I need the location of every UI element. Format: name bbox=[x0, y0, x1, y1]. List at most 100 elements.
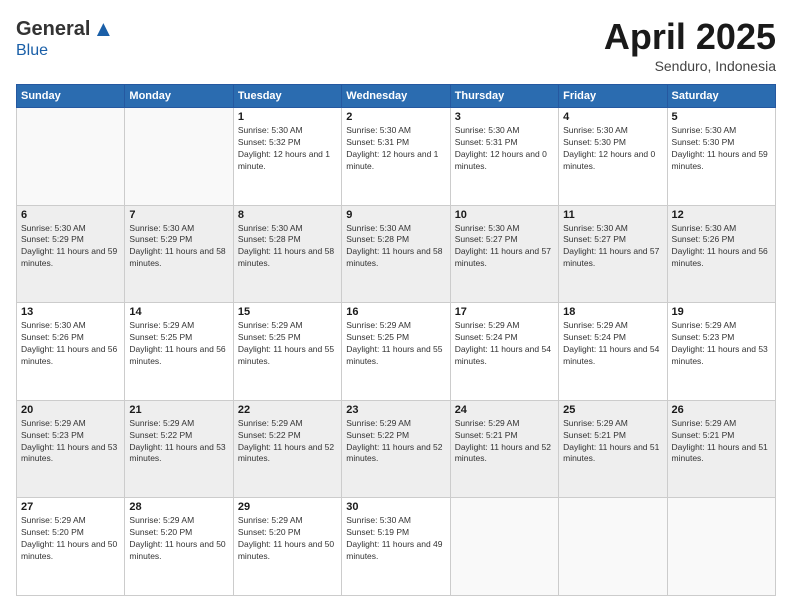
logo-icon: ▲ bbox=[92, 16, 114, 42]
day-number: 24 bbox=[455, 404, 554, 416]
calendar-cell: 9 Sunrise: 5:30 AM Sunset: 5:28 PM Dayli… bbox=[342, 205, 450, 303]
calendar-week-row: 6 Sunrise: 5:30 AM Sunset: 5:29 PM Dayli… bbox=[17, 205, 776, 303]
day-info: Sunrise: 5:29 AM Sunset: 5:20 PM Dayligh… bbox=[129, 515, 228, 563]
day-number: 12 bbox=[672, 209, 771, 221]
day-number: 3 bbox=[455, 111, 554, 123]
calendar-body: 1 Sunrise: 5:30 AM Sunset: 5:32 PM Dayli… bbox=[17, 108, 776, 596]
calendar-cell: 8 Sunrise: 5:30 AM Sunset: 5:28 PM Dayli… bbox=[233, 205, 341, 303]
calendar-cell: 20 Sunrise: 5:29 AM Sunset: 5:23 PM Dayl… bbox=[17, 400, 125, 498]
header-saturday: Saturday bbox=[667, 85, 775, 108]
day-info: Sunrise: 5:30 AM Sunset: 5:31 PM Dayligh… bbox=[455, 125, 554, 173]
calendar-cell: 26 Sunrise: 5:29 AM Sunset: 5:21 PM Dayl… bbox=[667, 400, 775, 498]
logo-blue-text: Blue bbox=[16, 42, 48, 60]
calendar-week-row: 13 Sunrise: 5:30 AM Sunset: 5:26 PM Dayl… bbox=[17, 303, 776, 401]
header-thursday: Thursday bbox=[450, 85, 558, 108]
day-info: Sunrise: 5:29 AM Sunset: 5:21 PM Dayligh… bbox=[455, 418, 554, 466]
day-number: 21 bbox=[129, 404, 228, 416]
day-number: 9 bbox=[346, 209, 445, 221]
day-info: Sunrise: 5:30 AM Sunset: 5:26 PM Dayligh… bbox=[672, 223, 771, 271]
calendar-cell: 4 Sunrise: 5:30 AM Sunset: 5:30 PM Dayli… bbox=[559, 108, 667, 206]
day-info: Sunrise: 5:29 AM Sunset: 5:25 PM Dayligh… bbox=[129, 320, 228, 368]
day-number: 4 bbox=[563, 111, 662, 123]
calendar-cell bbox=[17, 108, 125, 206]
calendar-cell: 29 Sunrise: 5:29 AM Sunset: 5:20 PM Dayl… bbox=[233, 498, 341, 596]
header-tuesday: Tuesday bbox=[233, 85, 341, 108]
logo: General ▲ Blue bbox=[16, 16, 114, 60]
day-info: Sunrise: 5:30 AM Sunset: 5:27 PM Dayligh… bbox=[455, 223, 554, 271]
calendar-cell bbox=[667, 498, 775, 596]
day-info: Sunrise: 5:29 AM Sunset: 5:22 PM Dayligh… bbox=[346, 418, 445, 466]
day-info: Sunrise: 5:30 AM Sunset: 5:26 PM Dayligh… bbox=[21, 320, 120, 368]
calendar-week-row: 1 Sunrise: 5:30 AM Sunset: 5:32 PM Dayli… bbox=[17, 108, 776, 206]
day-info: Sunrise: 5:29 AM Sunset: 5:25 PM Dayligh… bbox=[238, 320, 337, 368]
day-number: 19 bbox=[672, 306, 771, 318]
day-number: 2 bbox=[346, 111, 445, 123]
day-number: 5 bbox=[672, 111, 771, 123]
calendar-cell: 2 Sunrise: 5:30 AM Sunset: 5:31 PM Dayli… bbox=[342, 108, 450, 206]
day-info: Sunrise: 5:29 AM Sunset: 5:23 PM Dayligh… bbox=[672, 320, 771, 368]
calendar-cell: 1 Sunrise: 5:30 AM Sunset: 5:32 PM Dayli… bbox=[233, 108, 341, 206]
day-info: Sunrise: 5:30 AM Sunset: 5:19 PM Dayligh… bbox=[346, 515, 445, 563]
calendar-week-row: 27 Sunrise: 5:29 AM Sunset: 5:20 PM Dayl… bbox=[17, 498, 776, 596]
day-number: 30 bbox=[346, 501, 445, 513]
month-title: April 2025 bbox=[604, 16, 776, 58]
calendar-cell: 3 Sunrise: 5:30 AM Sunset: 5:31 PM Dayli… bbox=[450, 108, 558, 206]
title-section: April 2025 Senduro, Indonesia bbox=[604, 16, 776, 74]
calendar-cell: 18 Sunrise: 5:29 AM Sunset: 5:24 PM Dayl… bbox=[559, 303, 667, 401]
calendar-cell: 25 Sunrise: 5:29 AM Sunset: 5:21 PM Dayl… bbox=[559, 400, 667, 498]
day-number: 10 bbox=[455, 209, 554, 221]
day-number: 27 bbox=[21, 501, 120, 513]
calendar-cell: 11 Sunrise: 5:30 AM Sunset: 5:27 PM Dayl… bbox=[559, 205, 667, 303]
calendar-header: Sunday Monday Tuesday Wednesday Thursday… bbox=[17, 85, 776, 108]
day-info: Sunrise: 5:29 AM Sunset: 5:22 PM Dayligh… bbox=[238, 418, 337, 466]
calendar-cell: 15 Sunrise: 5:29 AM Sunset: 5:25 PM Dayl… bbox=[233, 303, 341, 401]
day-info: Sunrise: 5:29 AM Sunset: 5:25 PM Dayligh… bbox=[346, 320, 445, 368]
day-info: Sunrise: 5:30 AM Sunset: 5:30 PM Dayligh… bbox=[563, 125, 662, 173]
day-info: Sunrise: 5:30 AM Sunset: 5:32 PM Dayligh… bbox=[238, 125, 337, 173]
calendar-cell: 13 Sunrise: 5:30 AM Sunset: 5:26 PM Dayl… bbox=[17, 303, 125, 401]
calendar-cell bbox=[450, 498, 558, 596]
calendar-cell: 22 Sunrise: 5:29 AM Sunset: 5:22 PM Dayl… bbox=[233, 400, 341, 498]
calendar-cell: 19 Sunrise: 5:29 AM Sunset: 5:23 PM Dayl… bbox=[667, 303, 775, 401]
day-info: Sunrise: 5:30 AM Sunset: 5:29 PM Dayligh… bbox=[21, 223, 120, 271]
logo-general-text: General bbox=[16, 18, 90, 41]
calendar-cell bbox=[559, 498, 667, 596]
day-number: 7 bbox=[129, 209, 228, 221]
day-info: Sunrise: 5:30 AM Sunset: 5:28 PM Dayligh… bbox=[346, 223, 445, 271]
day-info: Sunrise: 5:29 AM Sunset: 5:24 PM Dayligh… bbox=[455, 320, 554, 368]
location-subtitle: Senduro, Indonesia bbox=[604, 58, 776, 74]
day-number: 18 bbox=[563, 306, 662, 318]
day-info: Sunrise: 5:30 AM Sunset: 5:28 PM Dayligh… bbox=[238, 223, 337, 271]
day-number: 28 bbox=[129, 501, 228, 513]
day-number: 6 bbox=[21, 209, 120, 221]
header-wednesday: Wednesday bbox=[342, 85, 450, 108]
calendar-cell: 10 Sunrise: 5:30 AM Sunset: 5:27 PM Dayl… bbox=[450, 205, 558, 303]
header-friday: Friday bbox=[559, 85, 667, 108]
day-number: 15 bbox=[238, 306, 337, 318]
day-number: 14 bbox=[129, 306, 228, 318]
calendar-cell bbox=[125, 108, 233, 206]
page: General ▲ Blue April 2025 Senduro, Indon… bbox=[0, 0, 792, 612]
calendar-cell: 30 Sunrise: 5:30 AM Sunset: 5:19 PM Dayl… bbox=[342, 498, 450, 596]
header-monday: Monday bbox=[125, 85, 233, 108]
day-info: Sunrise: 5:29 AM Sunset: 5:20 PM Dayligh… bbox=[21, 515, 120, 563]
calendar-cell: 12 Sunrise: 5:30 AM Sunset: 5:26 PM Dayl… bbox=[667, 205, 775, 303]
calendar-cell: 5 Sunrise: 5:30 AM Sunset: 5:30 PM Dayli… bbox=[667, 108, 775, 206]
day-number: 20 bbox=[21, 404, 120, 416]
day-number: 23 bbox=[346, 404, 445, 416]
day-info: Sunrise: 5:29 AM Sunset: 5:23 PM Dayligh… bbox=[21, 418, 120, 466]
calendar-cell: 23 Sunrise: 5:29 AM Sunset: 5:22 PM Dayl… bbox=[342, 400, 450, 498]
day-number: 16 bbox=[346, 306, 445, 318]
day-number: 11 bbox=[563, 209, 662, 221]
day-info: Sunrise: 5:29 AM Sunset: 5:20 PM Dayligh… bbox=[238, 515, 337, 563]
day-number: 26 bbox=[672, 404, 771, 416]
day-info: Sunrise: 5:29 AM Sunset: 5:24 PM Dayligh… bbox=[563, 320, 662, 368]
calendar-cell: 27 Sunrise: 5:29 AM Sunset: 5:20 PM Dayl… bbox=[17, 498, 125, 596]
calendar-table: Sunday Monday Tuesday Wednesday Thursday… bbox=[16, 84, 776, 596]
day-number: 22 bbox=[238, 404, 337, 416]
day-info: Sunrise: 5:29 AM Sunset: 5:21 PM Dayligh… bbox=[563, 418, 662, 466]
day-number: 8 bbox=[238, 209, 337, 221]
day-number: 29 bbox=[238, 501, 337, 513]
header-sunday: Sunday bbox=[17, 85, 125, 108]
calendar-cell: 7 Sunrise: 5:30 AM Sunset: 5:29 PM Dayli… bbox=[125, 205, 233, 303]
